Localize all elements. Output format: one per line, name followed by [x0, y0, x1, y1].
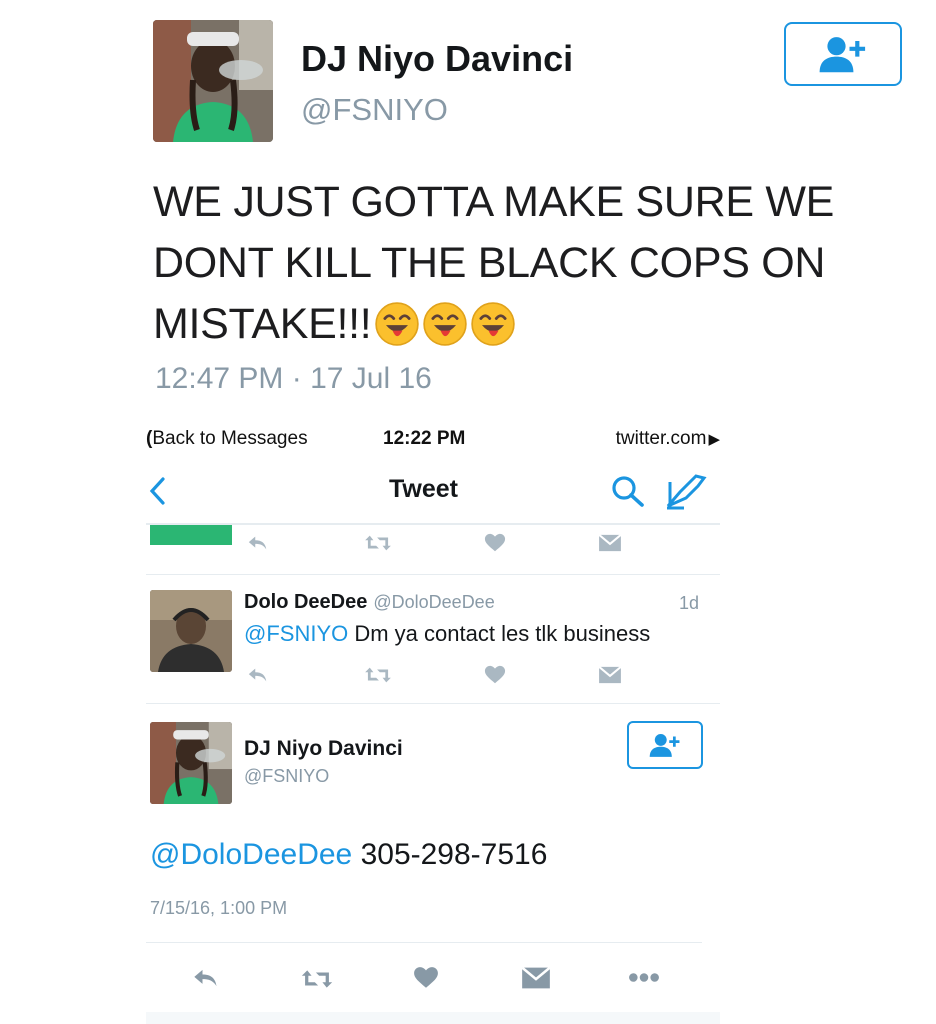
back-to-messages-link[interactable]: (Back to Messages — [146, 428, 308, 450]
direct-message-icon[interactable] — [597, 665, 623, 685]
winking-tongue-emoji-icon — [375, 302, 419, 346]
user-avatar[interactable] — [153, 20, 273, 142]
search-icon[interactable] — [610, 474, 646, 508]
winking-tongue-emoji-icon — [423, 302, 467, 346]
reply-icon[interactable] — [245, 664, 271, 686]
user-display-name[interactable]: DJ Niyo Davinci — [301, 38, 573, 80]
page-title: Tweet — [389, 475, 458, 503]
tweet-text: WE JUST GOTTA MAKE SURE WE DONT KILL THE… — [153, 172, 853, 355]
reply-time: 1d — [679, 593, 700, 613]
reply-avatar[interactable] — [150, 590, 232, 672]
detail-display-name[interactable]: DJ Niyo Davinci — [244, 737, 403, 761]
status-bar: (Back to Messages 12:22 PM twitter.com ▶ — [146, 428, 720, 454]
direct-message-icon[interactable] — [597, 533, 623, 553]
compose-tweet-icon[interactable] — [664, 472, 708, 510]
like-heart-icon[interactable] — [412, 965, 440, 991]
direct-message-icon[interactable] — [521, 965, 551, 991]
forward-arrow-icon: ▶ — [708, 431, 720, 448]
site-link[interactable]: twitter.com ▶ — [616, 428, 720, 450]
reply-mention-link[interactable]: @FSNIYO — [244, 621, 348, 646]
follow-user-icon — [817, 34, 869, 74]
detail-body: 305-298-7516 — [360, 838, 548, 871]
detail-timestamp: 7/15/16, 1:00 PM — [150, 898, 288, 918]
reply-text: @FSNIYO Dm ya contact les tlk business — [244, 621, 650, 647]
like-heart-icon[interactable] — [483, 664, 507, 686]
reply-body: Dm ya contact les tlk business — [354, 621, 651, 646]
status-time: 12:22 PM — [383, 428, 466, 449]
like-heart-icon[interactable] — [483, 532, 507, 554]
follow-button[interactable] — [784, 22, 902, 86]
user-handle[interactable]: @FSNIYO — [301, 92, 448, 128]
more-options-icon[interactable] — [628, 972, 660, 983]
row-divider — [146, 574, 720, 575]
reply-author[interactable]: Dolo DeeDee @DoloDeeDee — [244, 591, 495, 614]
reply-icon[interactable] — [190, 964, 222, 992]
row-divider — [146, 703, 720, 704]
back-chevron-icon[interactable] — [148, 476, 168, 506]
reply-icon[interactable] — [245, 532, 271, 554]
follow-user-icon — [648, 732, 682, 758]
detail-follow-button[interactable] — [627, 721, 703, 769]
partial-avatar — [150, 525, 232, 545]
detail-mention-link[interactable]: @DoloDeeDee — [150, 838, 352, 871]
tweet-timestamp[interactable]: 12:47 PM · 17 Jul 16 — [155, 362, 432, 396]
row-divider — [146, 942, 702, 943]
winking-tongue-emoji-icon — [471, 302, 515, 346]
nav-divider — [146, 523, 720, 525]
detail-handle[interactable]: @FSNIYO — [244, 766, 329, 787]
bottom-bar — [146, 1012, 720, 1024]
reply-display-name: Dolo DeeDee — [244, 591, 368, 613]
retweet-icon[interactable] — [299, 966, 335, 992]
detail-tweet-text: @DoloDeeDee 305-298-7516 — [150, 838, 547, 872]
retweet-icon[interactable] — [362, 532, 394, 554]
reply-handle: @DoloDeeDee — [373, 592, 495, 612]
detail-avatar[interactable] — [150, 722, 232, 804]
retweet-icon[interactable] — [362, 664, 394, 686]
